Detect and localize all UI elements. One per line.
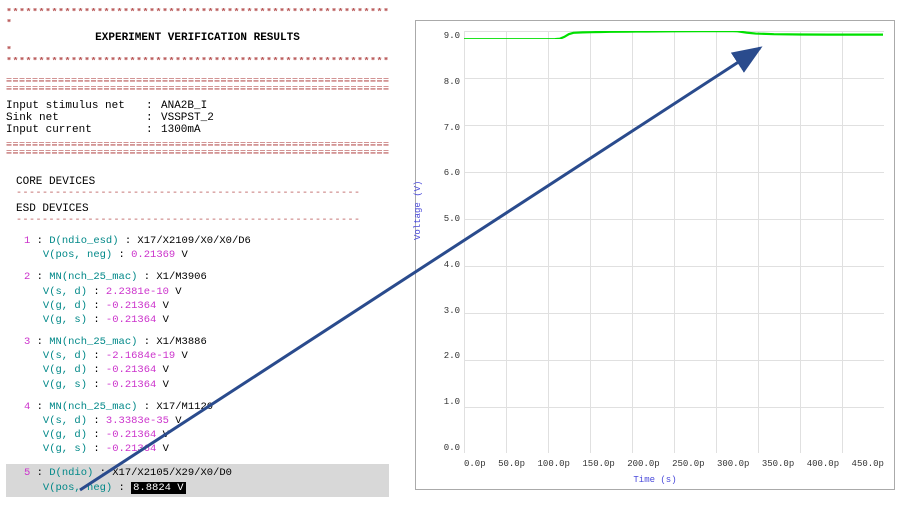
device-header: 2 : MN(nch_25_mac) : X1/M3906: [24, 270, 389, 284]
divider-dashes: ----------------------------------------…: [16, 188, 389, 199]
chart-pane: 9.0 8.0 7.0 6.0 5.0 4.0 3.0 2.0 1.0 0.0 0.0p 50.0p…: [395, 0, 900, 506]
x-tick: 150.0p: [582, 459, 614, 469]
results-title: EXPERIMENT VERIFICATION RESULTS: [6, 32, 389, 44]
chart-trace: [464, 31, 883, 39]
x-tick: 0.0p: [464, 459, 486, 469]
x-tick: 400.0p: [807, 459, 839, 469]
y-axis-ticks: 9.0 8.0 7.0 6.0 5.0 4.0 3.0 2.0 1.0 0.0: [436, 31, 460, 453]
sink-net-label: Sink net: [6, 112, 146, 124]
y-tick: 2.0: [436, 351, 460, 361]
devices-list: 1 : D(ndio_esd) : X17/X2109/X0/X0/D6 V(p…: [6, 234, 389, 497]
device-header: 3 : MN(nch_25_mac) : X1/M3886: [24, 335, 389, 349]
y-tick: 4.0: [436, 260, 460, 270]
sink-net-value: VSSPST_2: [161, 112, 214, 124]
divider-stars: *: [6, 46, 389, 57]
input-net-label: Input stimulus net: [6, 100, 146, 112]
y-tick: 1.0: [436, 397, 460, 407]
y-axis-label: Voltage (V): [413, 181, 423, 240]
device-param: V(g, s) : -0.21364 V: [24, 313, 389, 327]
input-net-value: ANA2B_I: [161, 100, 207, 112]
device-param: V(g, s) : -0.21364 V: [24, 442, 389, 456]
x-tick: 100.0p: [538, 459, 570, 469]
divider-dashes: ----------------------------------------…: [16, 215, 389, 226]
device-block: 2 : MN(nch_25_mac) : X1/M3906 V(s, d) : …: [24, 270, 389, 327]
x-tick: 350.0p: [762, 459, 794, 469]
y-tick: 0.0: [436, 443, 460, 453]
x-tick: 200.0p: [627, 459, 659, 469]
y-tick: 3.0: [436, 306, 460, 316]
input-current-value: 1300mA: [161, 124, 201, 136]
device-header: 1 : D(ndio_esd) : X17/X2109/X0/X0/D6: [24, 234, 389, 248]
divider-double: ========================================…: [6, 150, 389, 158]
divider-double: ========================================…: [6, 142, 389, 150]
results-text-pane: ****************************************…: [0, 0, 395, 506]
y-tick: 5.0: [436, 214, 460, 224]
voltage-chart[interactable]: 9.0 8.0 7.0 6.0 5.0 4.0 3.0 2.0 1.0 0.0 0.0p 50.0p…: [415, 20, 895, 490]
device-param: V(g, d) : -0.21364 V: [24, 428, 389, 442]
device-header: 4 : MN(nch_25_mac) : X17/M1120: [24, 400, 389, 414]
x-axis-ticks: 0.0p 50.0p 100.0p 150.0p 200.0p 250.0p 300.0p 3…: [464, 459, 884, 469]
x-tick: 250.0p: [672, 459, 704, 469]
x-axis-label: Time (s): [633, 475, 676, 485]
device-param: V(s, d) : 2.2381e-10 V: [24, 285, 389, 299]
stimulus-block: Input stimulus net : ANA2B_I Sink net : …: [6, 100, 389, 136]
divider-stars: ****************************************…: [6, 8, 389, 19]
chart-svg: [464, 31, 883, 39]
core-devices-heading: CORE DEVICES: [16, 176, 389, 188]
device-header: 5 : D(ndio) : X17/X2105/X29/X0/D0: [24, 466, 389, 480]
y-tick: 7.0: [436, 123, 460, 133]
device-block: 5 : D(ndio) : X17/X2105/X29/X0/D0 V(pos,…: [24, 464, 389, 496]
device-param: V(pos, neg) : 8.8824 V: [24, 481, 389, 495]
divider-stars: *: [6, 19, 389, 30]
device-param: V(g, d) : -0.21364 V: [24, 299, 389, 313]
x-tick: 450.0p: [852, 459, 884, 469]
device-block: 4 : MN(nch_25_mac) : X17/M1120 V(s, d) :…: [24, 400, 389, 457]
esd-devices-heading: ESD DEVICES: [16, 203, 389, 215]
divider-double: ========================================…: [6, 86, 389, 94]
divider-stars: ****************************************…: [6, 57, 389, 68]
y-tick: 6.0: [436, 168, 460, 178]
device-block: 3 : MN(nch_25_mac) : X1/M3886 V(s, d) : …: [24, 335, 389, 392]
device-block: 1 : D(ndio_esd) : X17/X2109/X0/X0/D6 V(p…: [24, 234, 389, 262]
device-param: V(s, d) : 3.3383e-35 V: [24, 414, 389, 428]
y-tick: 9.0: [436, 31, 460, 41]
device-param: V(g, s) : -0.21364 V: [24, 378, 389, 392]
x-tick: 50.0p: [498, 459, 525, 469]
chart-grid: [464, 31, 884, 453]
device-param: V(pos, neg) : 0.21369 V: [24, 248, 389, 262]
input-current-label: Input current: [6, 124, 146, 136]
y-tick: 8.0: [436, 77, 460, 87]
device-param: V(g, d) : -0.21364 V: [24, 363, 389, 377]
device-param: V(s, d) : -2.1684e-19 V: [24, 349, 389, 363]
x-tick: 300.0p: [717, 459, 749, 469]
divider-double: ========================================…: [6, 78, 389, 86]
